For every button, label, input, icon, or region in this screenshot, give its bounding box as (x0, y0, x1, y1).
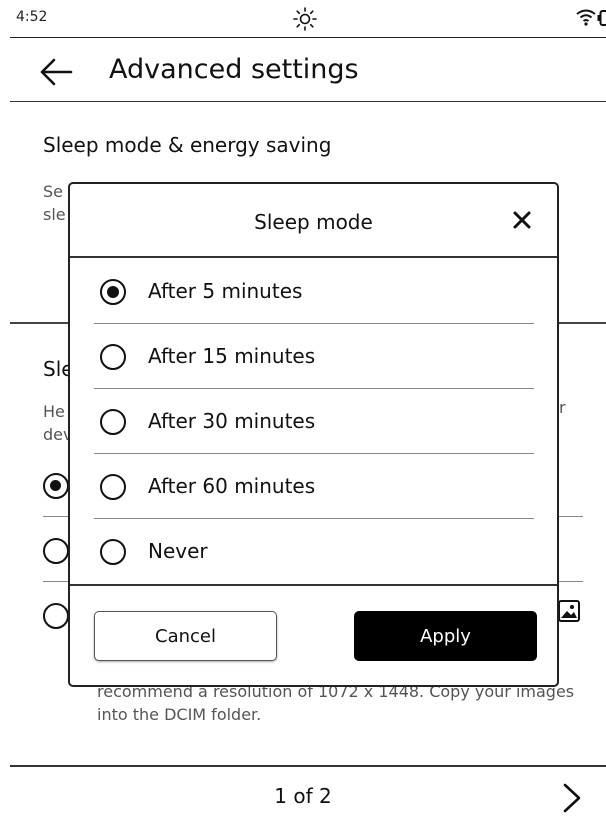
apply-button[interactable]: Apply (354, 611, 537, 661)
radio-button[interactable] (100, 474, 126, 500)
radio-button[interactable] (100, 409, 126, 435)
page-title: Advanced settings (109, 54, 359, 85)
sleep-mode-dialog: Sleep mode After 5 minutes After 15 minu… (68, 182, 559, 687)
option-label: After 60 minutes (148, 474, 316, 498)
option-label: After 30 minutes (148, 409, 316, 433)
radio-button[interactable] (43, 473, 69, 499)
option-label: After 15 minutes (148, 344, 316, 368)
wifi-icon (576, 9, 596, 26)
radio-button[interactable] (43, 538, 69, 564)
cancel-button[interactable]: Cancel (94, 611, 277, 661)
close-icon[interactable] (508, 206, 536, 234)
sleep-option-30-minutes[interactable]: After 30 minutes (94, 388, 534, 453)
chevron-right-icon[interactable] (561, 782, 583, 814)
radio-button[interactable] (100, 539, 126, 565)
sleep-option-never[interactable]: Never (94, 518, 534, 583)
sleep-option-15-minutes[interactable]: After 15 minutes (94, 323, 534, 388)
footer-divider (10, 765, 606, 767)
image-icon[interactable] (557, 599, 581, 623)
radio-button[interactable] (100, 344, 126, 370)
arrow-left-icon[interactable] (39, 57, 73, 87)
app-header: Advanced settings (10, 38, 606, 102)
option-label: After 5 minutes (148, 279, 303, 303)
radio-button[interactable] (43, 603, 69, 629)
status-bar: 4:52 (10, 0, 606, 38)
description-fragment: r (559, 398, 566, 417)
dialog-divider (70, 584, 557, 586)
option-label: Never (148, 539, 208, 563)
sleep-option-60-minutes[interactable]: After 60 minutes (94, 453, 534, 518)
battery-icon (597, 10, 606, 26)
page-indicator: 1 of 2 (274, 784, 332, 808)
dialog-title: Sleep mode (254, 210, 373, 234)
brightness-icon (293, 7, 317, 31)
sleep-option-5-minutes[interactable]: After 5 minutes (94, 258, 534, 323)
section-title: Sleep mode & energy saving (43, 133, 332, 157)
radio-button[interactable] (100, 279, 126, 305)
status-time: 4:52 (16, 9, 48, 25)
